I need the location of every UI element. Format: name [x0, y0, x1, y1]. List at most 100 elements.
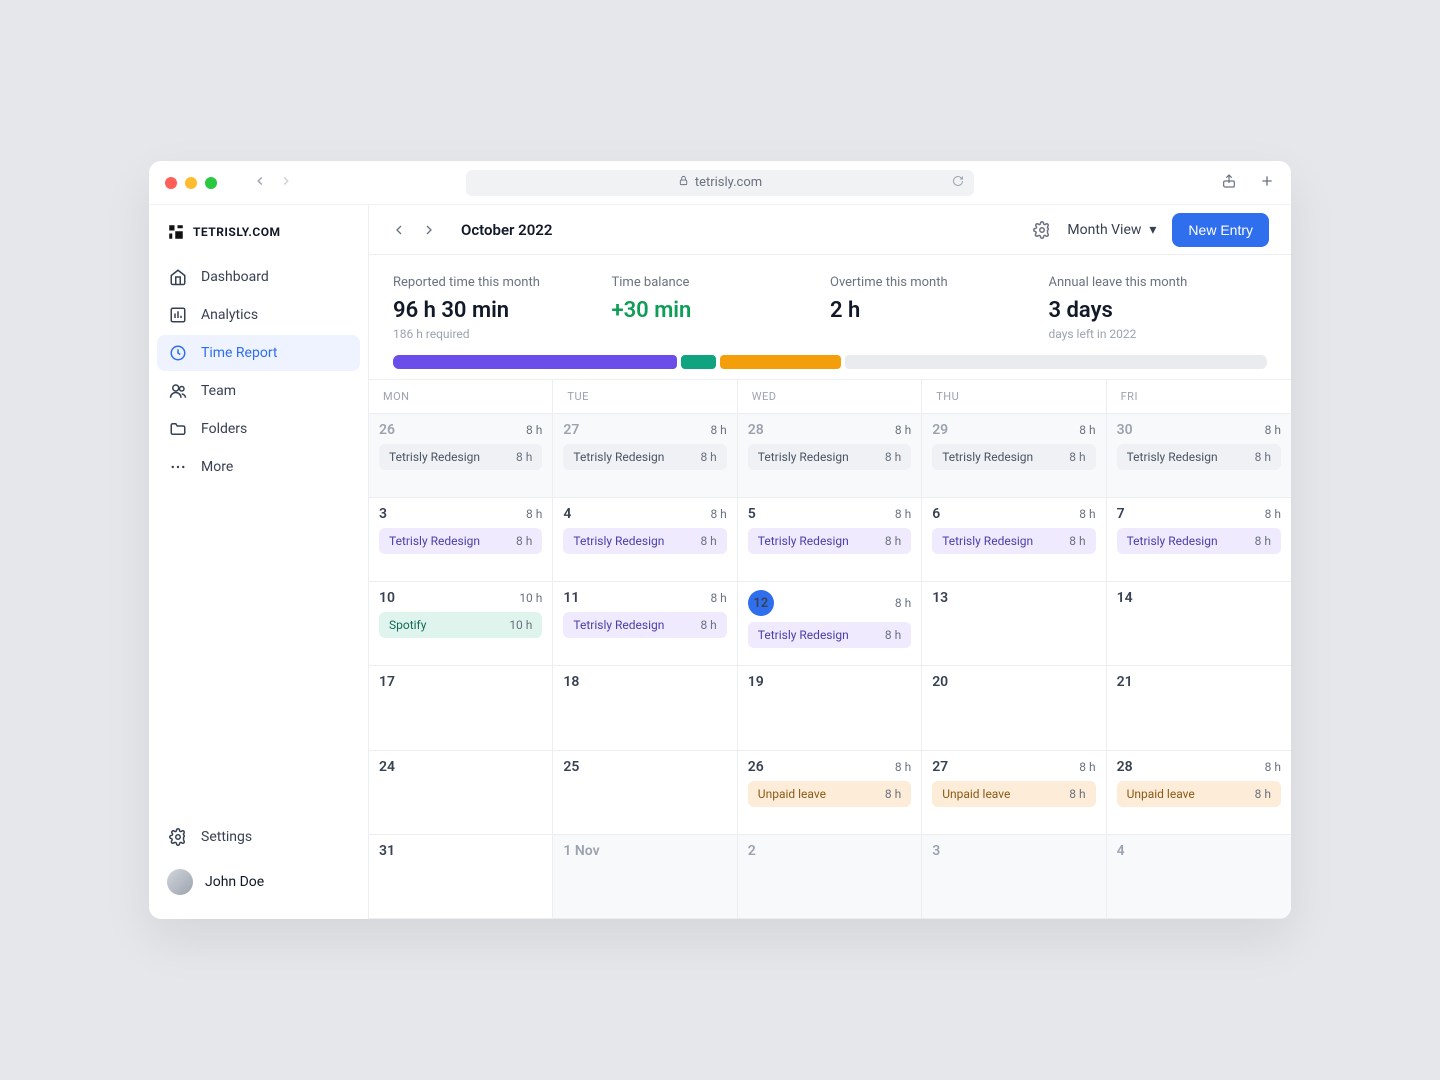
more-icon [169, 458, 187, 476]
time-entry[interactable]: Tetrisly Redesign8 h [563, 528, 726, 554]
calendar-cell[interactable]: 128 hTetrisly Redesign8 h [738, 582, 922, 666]
calendar-cell[interactable]: 268 hUnpaid leave8 h [738, 751, 922, 835]
entry-name: Tetrisly Redesign [1127, 450, 1218, 464]
calendar-cell[interactable]: 308 hTetrisly Redesign8 h [1107, 414, 1291, 498]
calendar-cell[interactable]: 118 hTetrisly Redesign8 h [553, 582, 737, 666]
forward-icon[interactable] [279, 174, 293, 192]
brand[interactable]: TETRISLY.COM [157, 219, 360, 259]
time-entry[interactable]: Tetrisly Redesign8 h [379, 528, 542, 554]
sidebar-nav: Dashboard Analytics Time Report Team Fol… [157, 259, 360, 485]
calendar-cell[interactable]: 268 hTetrisly Redesign8 h [369, 414, 553, 498]
calendar-cell[interactable]: 3 [922, 835, 1106, 919]
calendar-cell[interactable]: 48 hTetrisly Redesign8 h [553, 498, 737, 582]
cell-hours: 8 h [526, 507, 542, 521]
calendar-cell[interactable]: 288 hUnpaid leave8 h [1107, 751, 1291, 835]
time-entry[interactable]: Tetrisly Redesign8 h [1117, 528, 1281, 554]
calendar-cell[interactable]: 21 [1107, 666, 1291, 750]
time-entry[interactable]: Tetrisly Redesign8 h [748, 622, 911, 648]
calendar-cell[interactable]: 58 hTetrisly Redesign8 h [738, 498, 922, 582]
prev-period-button[interactable] [391, 222, 407, 238]
folder-icon [169, 420, 187, 438]
sidebar-item-analytics[interactable]: Analytics [157, 297, 360, 333]
sidebar-item-folders[interactable]: Folders [157, 411, 360, 447]
sidebar-item-label: Analytics [201, 307, 258, 323]
stat-value: 3 days [1049, 298, 1268, 323]
calendar-cell[interactable]: 13 [922, 582, 1106, 666]
calendar-cell[interactable]: 278 hTetrisly Redesign8 h [553, 414, 737, 498]
view-select[interactable]: Month View ▾ [1067, 222, 1156, 238]
cell-date: 1 Nov [563, 843, 599, 859]
entry-hours: 8 h [516, 450, 532, 464]
time-entry[interactable]: Tetrisly Redesign8 h [932, 528, 1095, 554]
time-entry[interactable]: Unpaid leave8 h [1117, 781, 1281, 807]
minimize-window[interactable] [185, 177, 197, 189]
calendar-cell[interactable]: 14 [1107, 582, 1291, 666]
sidebar-item-more[interactable]: More [157, 449, 360, 485]
sidebar-item-time-report[interactable]: Time Report [157, 335, 360, 371]
cell-date: 30 [1117, 422, 1133, 438]
next-period-button[interactable] [421, 222, 437, 238]
cell-date: 26 [748, 759, 764, 775]
calendar-cell[interactable]: 25 [553, 751, 737, 835]
calendar-cell[interactable]: 288 hTetrisly Redesign8 h [738, 414, 922, 498]
calendar-cell[interactable]: 38 hTetrisly Redesign8 h [369, 498, 553, 582]
refresh-icon[interactable] [952, 175, 964, 191]
time-entry[interactable]: Tetrisly Redesign8 h [748, 444, 911, 470]
calendar-cell[interactable]: 278 hUnpaid leave8 h [922, 751, 1106, 835]
cell-date: 31 [379, 843, 395, 859]
user-name: John Doe [205, 874, 264, 890]
cell-date: 13 [932, 590, 948, 606]
calendar-cell[interactable]: 31 [369, 835, 553, 919]
sidebar-item-settings[interactable]: Settings [157, 819, 360, 855]
cell-head: 78 h [1117, 506, 1281, 522]
sidebar-item-dashboard[interactable]: Dashboard [157, 259, 360, 295]
calendar-cell[interactable]: 17 [369, 666, 553, 750]
entry-hours: 8 h [1255, 534, 1271, 548]
time-entry[interactable]: Tetrisly Redesign8 h [563, 612, 726, 638]
app-window: tetrisly.com TETRISLY.COM Dashboard Anal… [149, 161, 1291, 919]
time-entry[interactable]: Unpaid leave8 h [932, 781, 1095, 807]
calendar-cell[interactable]: 19 [738, 666, 922, 750]
cell-hours: 8 h [710, 507, 726, 521]
calendar-cell[interactable]: 18 [553, 666, 737, 750]
time-entry[interactable]: Tetrisly Redesign8 h [379, 444, 542, 470]
close-window[interactable] [165, 177, 177, 189]
sidebar-item-label: Time Report [201, 345, 278, 361]
address-bar[interactable]: tetrisly.com [466, 170, 974, 196]
time-entry[interactable]: Spotify10 h [379, 612, 542, 638]
maximize-window[interactable] [205, 177, 217, 189]
time-entry[interactable]: Tetrisly Redesign8 h [1117, 444, 1281, 470]
share-icon[interactable] [1221, 173, 1237, 193]
cell-head: 14 [1117, 590, 1281, 606]
calendar-cell[interactable]: 4 [1107, 835, 1291, 919]
cell-date: 17 [379, 674, 395, 690]
cell-hours: 8 h [895, 507, 911, 521]
time-entry[interactable]: Unpaid leave8 h [748, 781, 911, 807]
stat-card: Overtime this month2 h [830, 275, 1049, 341]
time-entry[interactable]: Tetrisly Redesign8 h [748, 528, 911, 554]
time-entry[interactable]: Tetrisly Redesign8 h [932, 444, 1095, 470]
back-icon[interactable] [253, 174, 267, 192]
cell-date: 24 [379, 759, 395, 775]
new-tab-icon[interactable] [1259, 173, 1275, 193]
entry-hours: 8 h [700, 534, 716, 548]
entry-hours: 8 h [885, 628, 901, 642]
calendar-cell[interactable]: 1 Nov [553, 835, 737, 919]
stats-row: Reported time this month96 h 30 min186 h… [369, 255, 1291, 355]
calendar-cell[interactable]: 78 h Tetrisly Redesign8 h [1107, 498, 1291, 582]
sidebar-user[interactable]: John Doe [157, 859, 360, 905]
calendar-cell[interactable]: 68 hTetrisly Redesign8 h [922, 498, 1106, 582]
calendar-cell[interactable]: 24 [369, 751, 553, 835]
settings-button[interactable] [1033, 221, 1051, 239]
calendar-cell[interactable]: 1010 hSpotify10 h [369, 582, 553, 666]
new-entry-button[interactable]: New Entry [1172, 213, 1269, 247]
entry-hours: 8 h [1069, 534, 1085, 548]
stat-label: Overtime this month [830, 275, 1049, 290]
sidebar-item-team[interactable]: Team [157, 373, 360, 409]
calendar-cell[interactable]: 298 hTetrisly Redesign8 h [922, 414, 1106, 498]
toolbar: October 2022 Month View ▾ New Entry [369, 205, 1291, 255]
time-entry[interactable]: Tetrisly Redesign8 h [563, 444, 726, 470]
calendar-cell[interactable]: 2 [738, 835, 922, 919]
weekday-label: MON [369, 380, 553, 413]
calendar-cell[interactable]: 20 [922, 666, 1106, 750]
